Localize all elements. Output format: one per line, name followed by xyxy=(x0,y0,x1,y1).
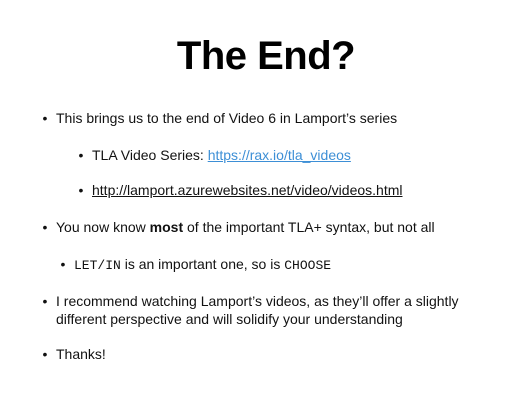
bullet-text: TLA Video Series: xyxy=(92,147,208,163)
bullet-thanks: • Thanks! xyxy=(43,345,106,363)
bullet-end-of-video: • This brings us to the end of Video 6 i… xyxy=(43,109,398,127)
bullet-marker: • xyxy=(42,219,48,235)
bullet-lamport-videos-url: • http://lamport.azurewebsites.net/video… xyxy=(79,181,403,199)
bullet-marker: • xyxy=(42,110,48,126)
lamport-videos-link[interactable]: http://lamport.azurewebsites.net/video/v… xyxy=(92,182,403,198)
bullet-marker: • xyxy=(78,147,84,163)
bullet-marker: • xyxy=(42,293,48,309)
bullet-tla-video-series: • TLA Video Series: https://rax.io/tla_v… xyxy=(79,146,351,164)
bullet-text: This brings us to the end of Video 6 in … xyxy=(56,110,398,126)
bullet-text-before: You now know xyxy=(56,219,150,235)
slide-title: The End? xyxy=(176,34,356,78)
bullet-marker: • xyxy=(60,256,66,272)
bullet-bold-word: most xyxy=(149,219,184,235)
bullet-syntax-knowledge: • You now know most of the important TLA… xyxy=(43,218,435,236)
bullet-text: Thanks! xyxy=(56,346,106,362)
code-let-in: LET/IN xyxy=(74,258,121,273)
bullet-marker: • xyxy=(42,346,48,362)
bullet-recommendation: • I recommend watching Lamport’s videos,… xyxy=(43,292,496,328)
tla-videos-link[interactable]: https://rax.io/tla_videos xyxy=(208,147,351,163)
bullet-text-after: of the important TLA+ syntax, but not al… xyxy=(183,219,435,235)
slide: The End? • This brings us to the end of … xyxy=(0,0,532,400)
bullet-marker: • xyxy=(78,182,84,198)
bullet-text: I recommend watching Lamport’s videos, a… xyxy=(56,293,459,327)
bullet-let-in-choose: • LET/IN is an important one, so is CHOO… xyxy=(61,255,332,275)
bullet-text: is an important one, so is xyxy=(120,256,285,272)
code-choose: CHOOSE xyxy=(284,258,332,273)
